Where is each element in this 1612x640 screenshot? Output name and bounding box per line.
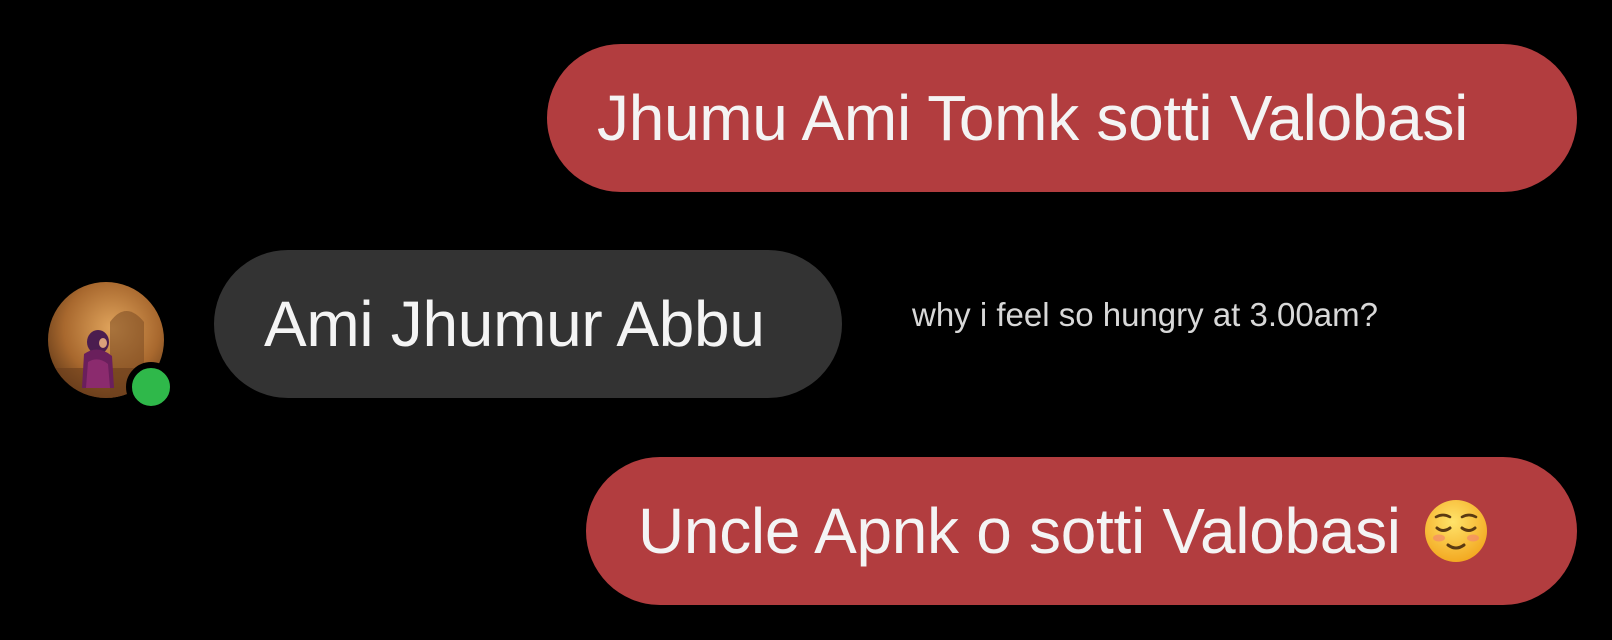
overlay-caption: why i feel so hungry at 3.00am? (912, 296, 1378, 333)
online-status-indicator (126, 362, 176, 412)
message-text: Ami Jhumur Abbu (264, 288, 765, 360)
outgoing-message-bubble[interactable]: Jhumu Ami Tomk sotti Valobasi (547, 44, 1577, 192)
contact-avatar-container[interactable] (48, 282, 176, 412)
relieved-face-icon (1424, 500, 1487, 562)
chat-thread: Jhumu Ami Tomk sotti Valobasi Ami Jhumur… (0, 0, 1612, 640)
message-text: Uncle Apnk o sotti Valobasi (638, 495, 1401, 567)
outgoing-message-bubble[interactable]: Uncle Apnk o sotti Valobasi (586, 457, 1577, 605)
incoming-message-bubble[interactable]: Ami Jhumur Abbu (214, 250, 842, 398)
message-text: Jhumu Ami Tomk sotti Valobasi (597, 82, 1469, 154)
